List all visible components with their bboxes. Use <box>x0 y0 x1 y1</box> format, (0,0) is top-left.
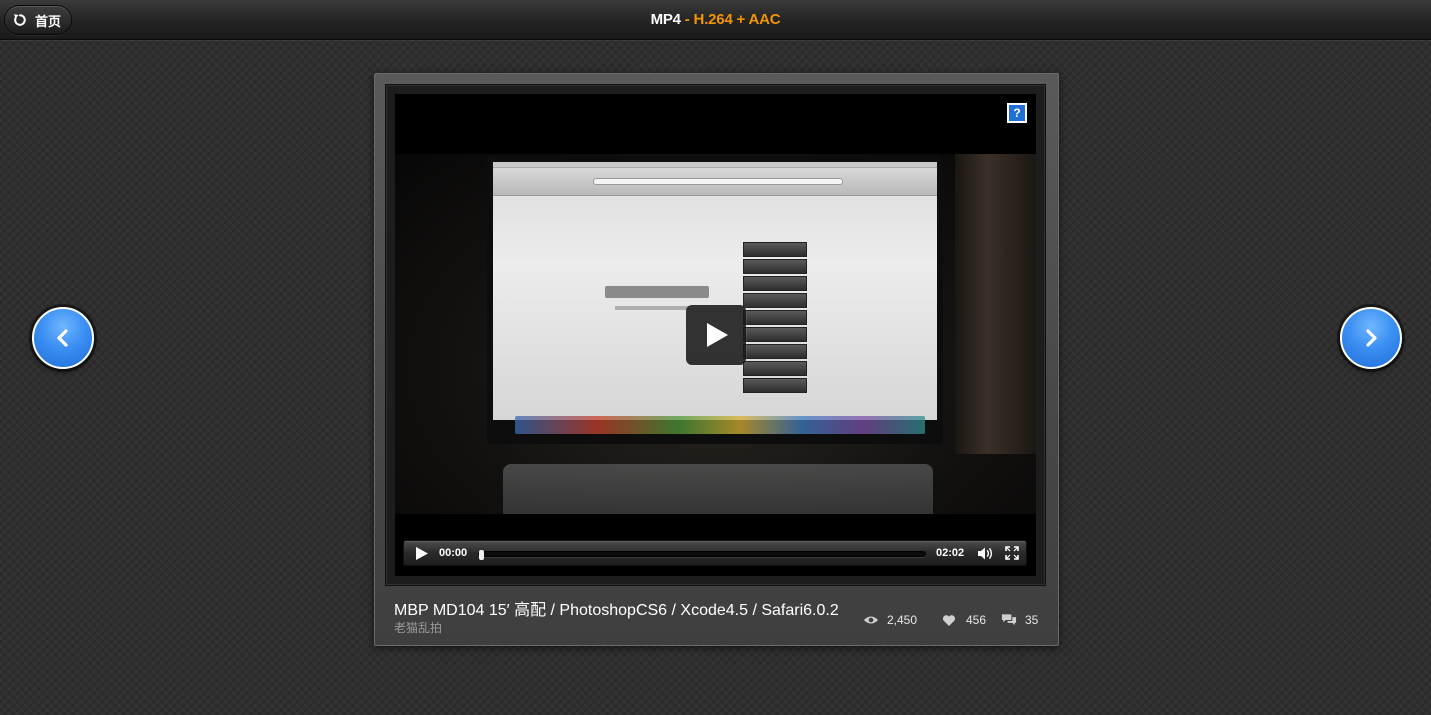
volume-icon[interactable] <box>977 546 994 561</box>
poster-keyboard <box>503 464 933 514</box>
current-time: 00:00 <box>439 547 468 559</box>
poster-heading <box>605 286 709 298</box>
poster-menu-item <box>743 259 807 274</box>
comments-stat[interactable]: 35 <box>1001 612 1038 628</box>
poster-menu-item <box>743 310 807 325</box>
comment-icon <box>1001 613 1017 627</box>
poster-menu-item <box>743 293 807 308</box>
previous-video-button[interactable] <box>32 307 94 369</box>
poster-menu-item <box>743 242 807 257</box>
poster-menu-item <box>743 276 807 291</box>
video-controls: 00:00 02:02 <box>403 540 1027 566</box>
video-frame: ? 00:00 02:02 <box>385 84 1046 586</box>
top-bar: 首页 MP4 - H.264 + AAC <box>0 0 1431 40</box>
big-play-button[interactable] <box>686 305 746 365</box>
poster-urlbar <box>593 178 843 185</box>
views-stat: 2,450 <box>863 612 917 628</box>
fullscreen-icon[interactable] <box>1005 546 1019 560</box>
poster-menu-item <box>743 327 807 342</box>
poster-menu-item <box>743 344 807 359</box>
video-author[interactable]: 老猫乱拍 <box>394 619 442 636</box>
poster-laptop-screen <box>493 162 937 420</box>
likes-stat[interactable]: 456 <box>942 612 986 628</box>
poster-room-detail <box>955 154 1036 454</box>
title-codec: - H.264 + AAC <box>680 11 781 28</box>
views-count: 2,450 <box>887 613 918 627</box>
video-title: MBP MD104 15′ 高配 / PhotoshopCS6 / Xcode4… <box>394 602 839 619</box>
comments-count: 35 <box>1025 613 1039 627</box>
poster-subheading <box>615 306 689 310</box>
eye-icon <box>863 613 879 627</box>
page-title: MP4 - H.264 + AAC <box>0 11 1431 28</box>
video-player[interactable]: ? 00:00 02:02 <box>395 94 1036 576</box>
poster-menu-item <box>743 361 807 376</box>
next-video-button[interactable] <box>1340 307 1402 369</box>
video-card: ? 00:00 02:02 MBP MD104 15′ 高配 / Photosh… <box>374 73 1059 646</box>
seek-bar[interactable] <box>478 550 926 560</box>
title-format: MP4 <box>650 11 681 28</box>
poster-menu-item <box>743 378 807 393</box>
help-icon[interactable]: ? <box>1007 103 1027 123</box>
chevron-right-icon <box>1366 329 1377 347</box>
play-icon <box>707 323 728 347</box>
chevron-left-icon <box>57 329 68 347</box>
duration: 02:02 <box>936 547 965 559</box>
likes-count: 456 <box>966 613 987 627</box>
poster-dock <box>515 416 925 434</box>
seek-bar-handle[interactable] <box>479 550 484 560</box>
heart-icon <box>942 613 958 627</box>
play-icon[interactable] <box>414 546 429 561</box>
